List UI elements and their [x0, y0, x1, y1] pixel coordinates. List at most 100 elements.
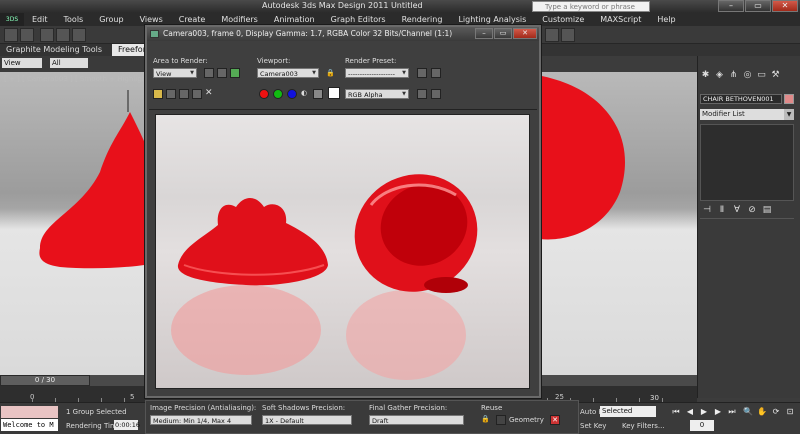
render-window-close-button[interactable]: ✕ [513, 28, 537, 39]
go-to-start-icon[interactable]: ⏮ [670, 406, 682, 417]
select-link-icon[interactable] [40, 28, 54, 42]
menu-customize[interactable]: Customize [534, 15, 592, 24]
lock-viewport-icon[interactable]: 🔒 [326, 69, 335, 77]
geometry-checkbox[interactable] [496, 415, 506, 425]
green-channel-icon[interactable] [273, 89, 283, 99]
modifier-stack[interactable] [700, 124, 794, 201]
render-setup-button-icon[interactable] [417, 68, 427, 78]
3dsmax-window: Autodesk 3ds Max Design 2011 Untitled Ty… [0, 0, 800, 434]
show-end-result-icon[interactable]: Ⅱ [717, 205, 727, 215]
make-unique-icon[interactable]: ∀ [732, 205, 742, 215]
save-image-icon[interactable] [153, 89, 163, 99]
unlink-icon[interactable] [56, 28, 70, 42]
viewport-dropdown[interactable]: Camera003 ▼ [257, 68, 319, 78]
render-region-icon[interactable] [230, 68, 240, 78]
key-filters-button[interactable]: Key Filters... [622, 422, 665, 430]
menu-modifiers[interactable]: Modifiers [213, 15, 266, 24]
copy-image-icon[interactable] [166, 89, 176, 99]
menu-group[interactable]: Group [91, 15, 131, 24]
selection-filter-dropdown[interactable]: All [50, 58, 88, 68]
window-controls: – ▭ ✕ [718, 0, 798, 12]
menu-help[interactable]: Help [649, 15, 683, 24]
utilities-tab-icon[interactable]: ⚒ [770, 70, 781, 81]
maxscript-mini-listener[interactable] [1, 406, 58, 418]
play-icon[interactable]: ▶ [698, 406, 710, 417]
area-to-render-label: Area to Render: [153, 57, 208, 65]
minimize-button[interactable]: – [718, 0, 744, 12]
app-logo[interactable]: 3DS [0, 13, 24, 26]
set-key-button[interactable]: Set Key [580, 422, 606, 430]
orbit-icon[interactable]: ⟳ [770, 406, 782, 417]
monochrome-icon[interactable] [313, 89, 323, 99]
rendered-frame-window: Camera003, frame 0, Display Gamma: 1.7, … [145, 25, 541, 398]
tab-graphite-modeling-tools[interactable]: Graphite Modeling Tools [0, 44, 108, 56]
go-to-end-icon[interactable]: ⏭ [726, 406, 738, 417]
next-frame-icon[interactable]: ▶ [712, 406, 724, 417]
object-color-swatch[interactable] [784, 94, 794, 104]
selection-set-dropdown[interactable]: Selected [600, 406, 656, 417]
modifier-list-dropdown[interactable]: Modifier List ▼ [700, 109, 794, 120]
tab-freeform[interactable]: Freeform [112, 44, 146, 56]
toggle-ui-overlay-icon[interactable] [417, 89, 427, 99]
menu-maxscript[interactable]: MAXScript [592, 15, 649, 24]
display-tab-icon[interactable]: ▭ [756, 70, 767, 81]
modify-tab-icon[interactable]: ◈ [714, 70, 725, 81]
menu-views[interactable]: Views [132, 15, 171, 24]
menu-graph-editors[interactable]: Graph Editors [323, 15, 394, 24]
maximize-button[interactable]: ▭ [745, 0, 771, 12]
clone-frame-icon[interactable] [179, 89, 189, 99]
pan-icon[interactable]: ✋ [756, 406, 768, 417]
red-channel-icon[interactable] [259, 89, 269, 99]
pin-stack-icon[interactable]: ⊣ [702, 205, 712, 215]
viewport-label[interactable]: [ + ] [ Camera003 ] [ Smooth + Highlight… [4, 75, 157, 83]
redo-icon[interactable] [20, 28, 34, 42]
menu-tools[interactable]: Tools [56, 15, 92, 24]
menu-create[interactable]: Create [171, 15, 214, 24]
undo-icon[interactable] [4, 28, 18, 42]
print-icon[interactable] [192, 89, 202, 99]
blue-channel-icon[interactable] [287, 89, 297, 99]
command-panel-tabs: ✱ ◈ ⋔ ◎ ▭ ⚒ [700, 70, 781, 81]
bind-spacewarp-icon[interactable] [72, 28, 86, 42]
search-input[interactable]: Type a keyword or phrase [532, 1, 650, 12]
lock-icon[interactable]: 🔒 [481, 415, 490, 423]
zoom-icon[interactable]: 🔍 [742, 406, 754, 417]
maxscript-listener-output[interactable]: Welcome to M [1, 419, 58, 431]
render-setup-icon[interactable] [545, 28, 559, 42]
close-button[interactable]: ✕ [772, 0, 798, 12]
current-frame-field[interactable]: 0 [690, 420, 714, 431]
time-slider-knob[interactable]: 0 / 30 [0, 375, 90, 386]
menu-rendering[interactable]: Rendering [394, 15, 451, 24]
auto-region-icon[interactable] [217, 68, 227, 78]
clear-image-icon[interactable]: ✕ [205, 88, 213, 98]
clear-icon[interactable]: ✕ [550, 415, 560, 425]
modifier-list-label: Modifier List [702, 110, 745, 118]
render-frame-icon[interactable] [561, 28, 575, 42]
viewport-value: Camera003 [260, 70, 298, 78]
motion-tab-icon[interactable]: ◎ [742, 70, 753, 81]
environment-icon[interactable] [431, 68, 441, 78]
alpha-channel-icon[interactable]: ◐ [301, 89, 307, 97]
image-precision-dropdown[interactable]: Medium: Min 1/4, Max 4 [150, 415, 252, 425]
hierarchy-tab-icon[interactable]: ⋔ [728, 70, 739, 81]
background-color-swatch[interactable] [328, 87, 340, 99]
previous-frame-icon[interactable]: ◀ [684, 406, 696, 417]
edit-region-icon[interactable] [204, 68, 214, 78]
area-to-render-dropdown[interactable]: View ▼ [153, 68, 197, 78]
menu-lighting-analysis[interactable]: Lighting Analysis [450, 15, 534, 24]
toggle-ui-icon[interactable] [431, 89, 441, 99]
render-window-maximize-button[interactable]: ▭ [494, 28, 512, 39]
reference-coordinate-dropdown[interactable]: View [2, 58, 42, 68]
channel-display-dropdown[interactable]: RGB Alpha ▼ [345, 89, 409, 99]
create-tab-icon[interactable]: ✱ [700, 70, 711, 81]
render-window-minimize-button[interactable]: – [475, 28, 493, 39]
render-preset-dropdown[interactable]: -------------------- ▼ [345, 68, 409, 78]
configure-modifier-sets-icon[interactable]: ▤ [762, 205, 772, 215]
maximize-viewport-icon[interactable]: ⊡ [784, 406, 796, 417]
remove-modifier-icon[interactable]: ⊘ [747, 205, 757, 215]
object-name-field[interactable]: CHAIR BETHOVEN001 [700, 94, 782, 104]
final-gather-dropdown[interactable]: Draft [369, 415, 464, 425]
menu-edit[interactable]: Edit [24, 15, 56, 24]
menu-animation[interactable]: Animation [266, 15, 323, 24]
soft-shadows-dropdown[interactable]: 1X - Default [262, 415, 352, 425]
